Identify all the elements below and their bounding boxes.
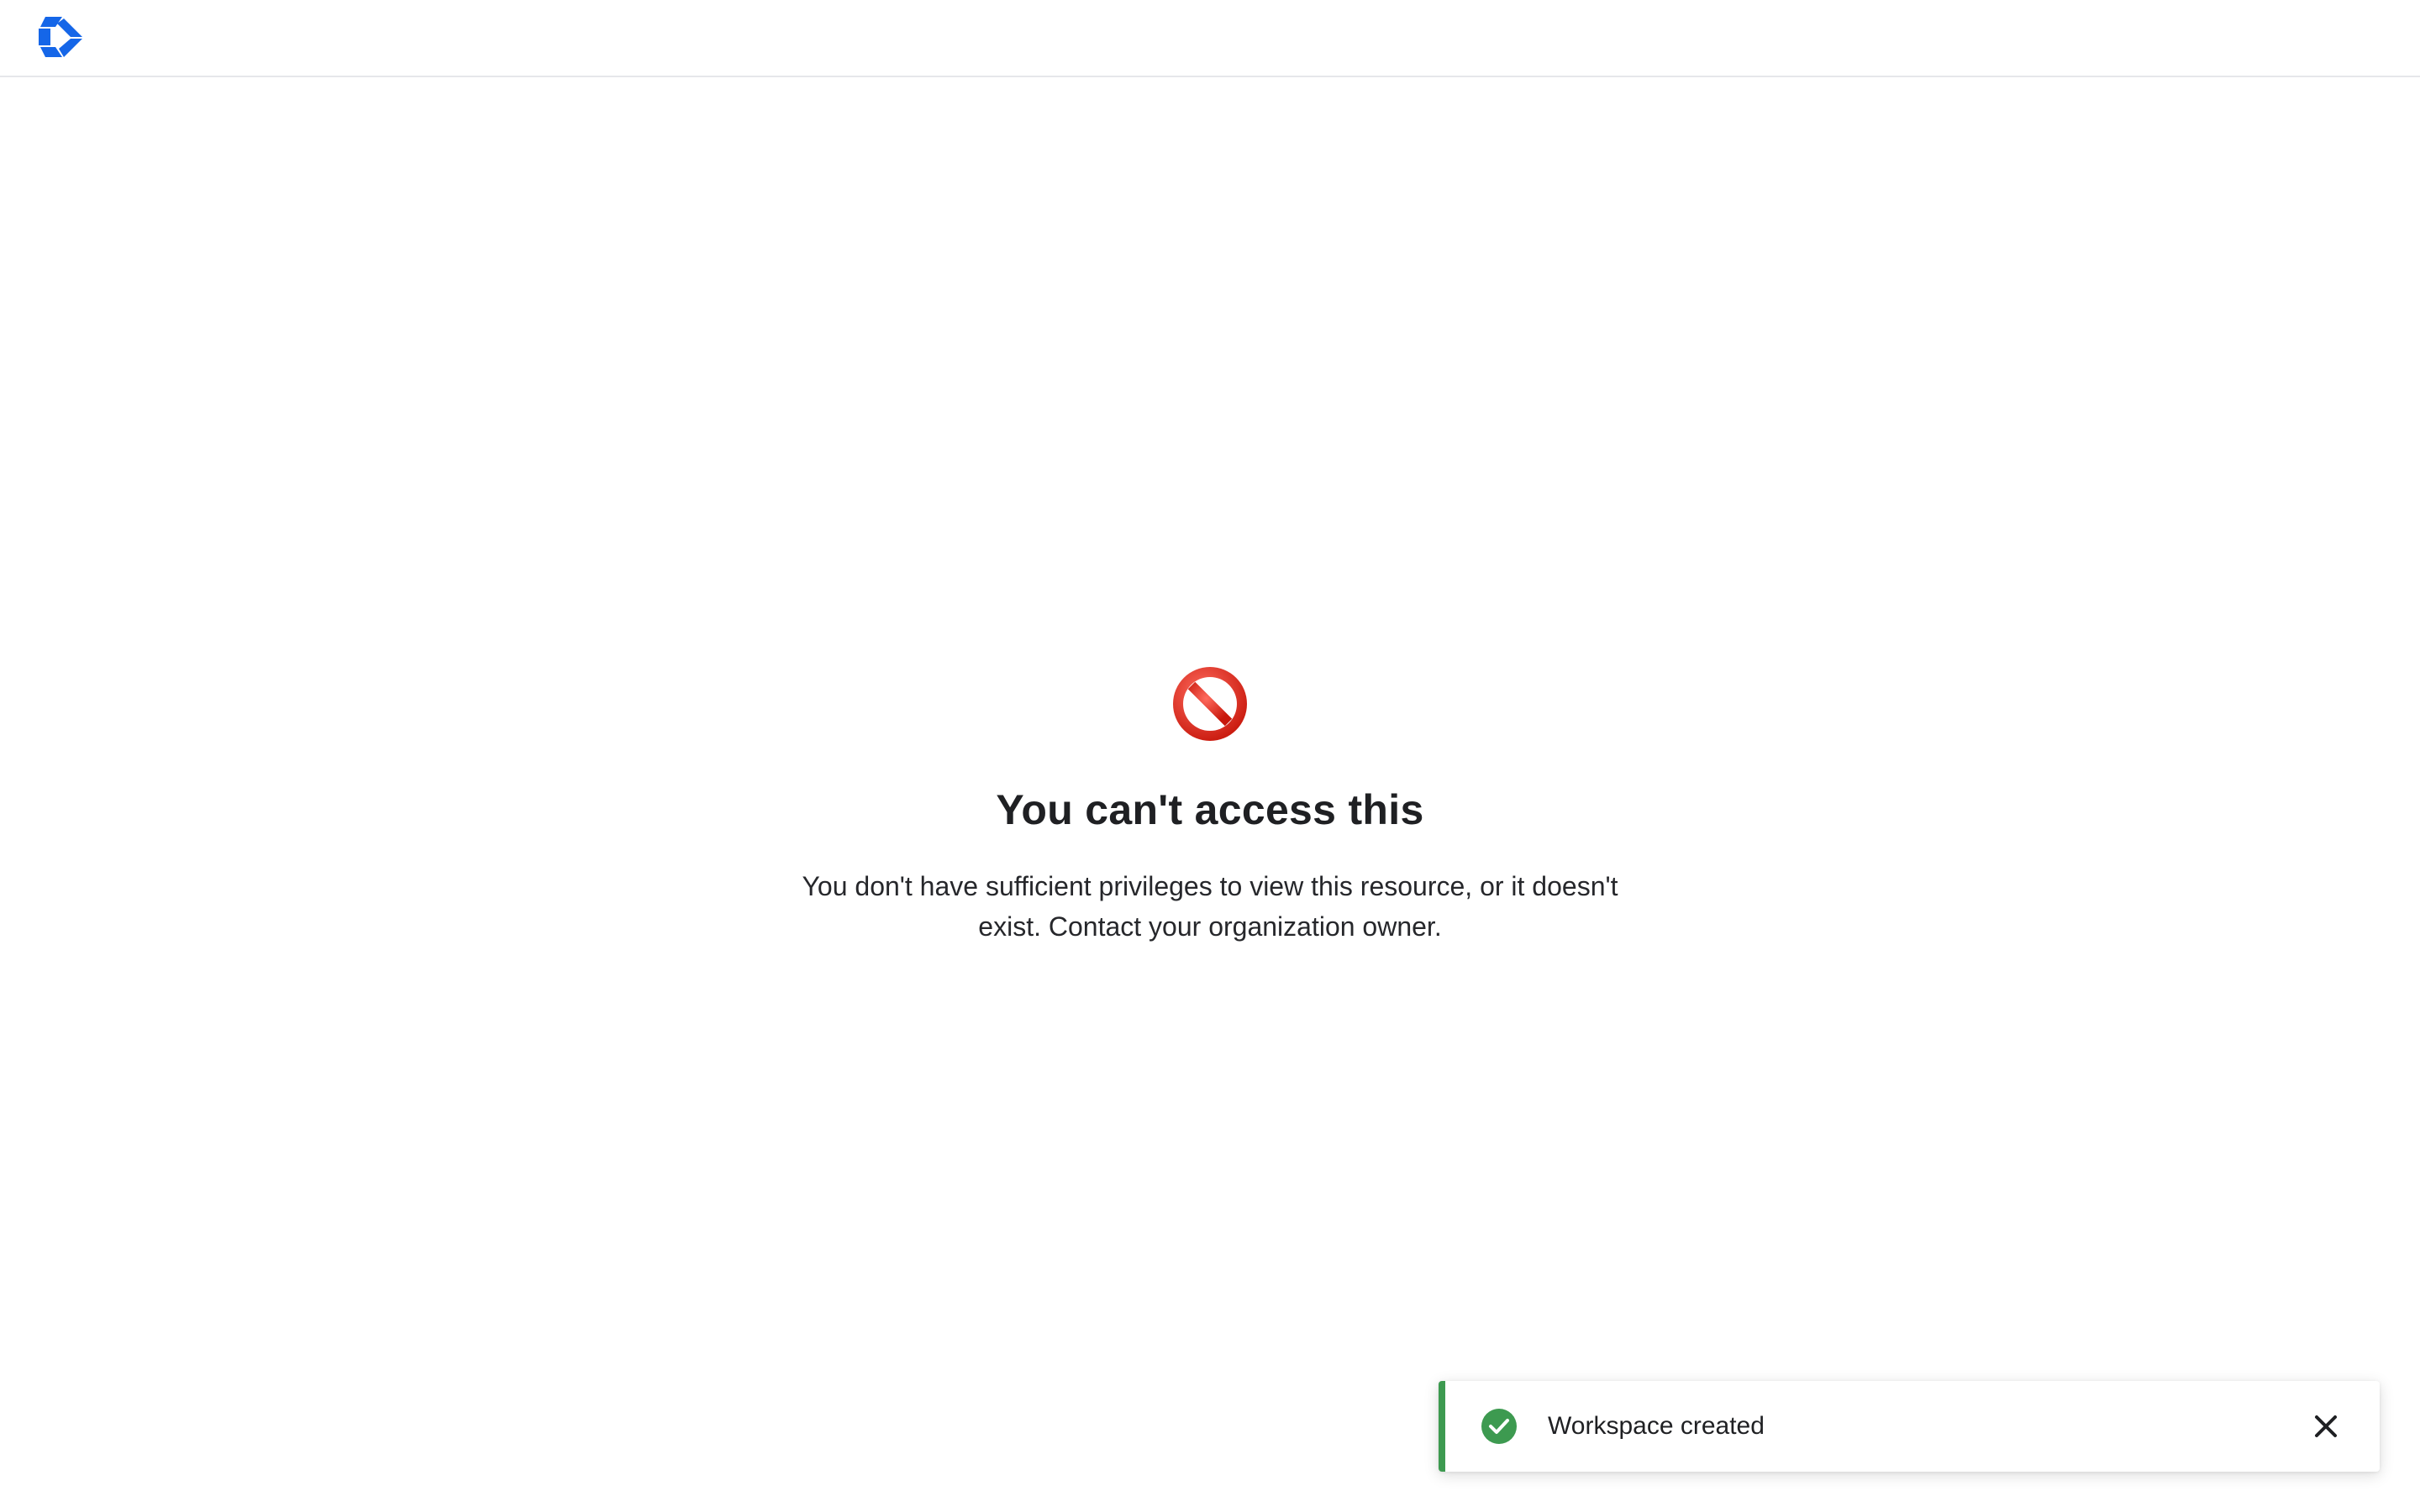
no-entry-icon — [1170, 664, 1250, 744]
success-toast: Workspace created — [1439, 1381, 2380, 1472]
toast-message: Workspace created — [1548, 1412, 1765, 1440]
error-message: You don't have sufficient privileges to … — [802, 871, 1618, 942]
page-title: You can't access this — [996, 786, 1424, 833]
brand-logo-icon[interactable] — [37, 15, 84, 59]
check-circle-icon — [1481, 1408, 1518, 1445]
access-denied-panel: You can't access this You don't have suf… — [0, 664, 2420, 947]
close-icon[interactable] — [2306, 1406, 2346, 1446]
top-bar — [0, 0, 2420, 77]
